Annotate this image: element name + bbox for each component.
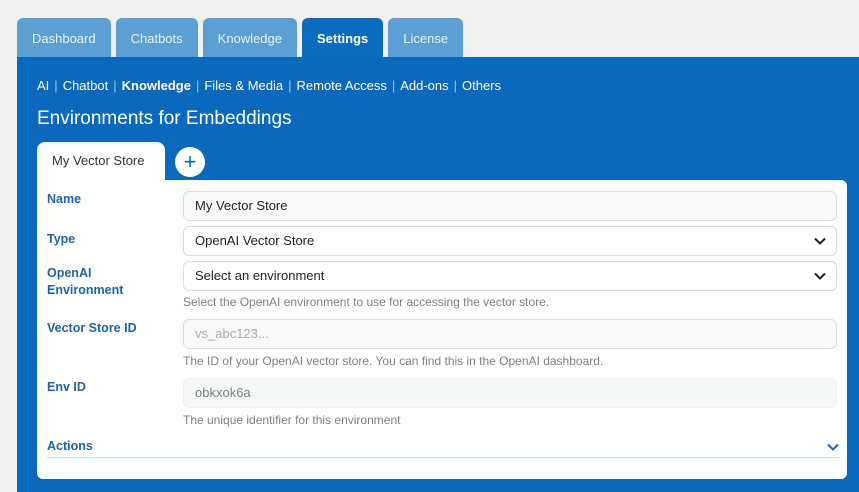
plus-icon: +	[183, 149, 197, 174]
tab-dashboard[interactable]: Dashboard	[17, 18, 111, 57]
env-id-label: Env ID	[47, 380, 86, 394]
tab-chatbots[interactable]: Chatbots	[115, 18, 198, 57]
section-heading: Environments for Embeddings	[37, 108, 292, 129]
openai-environment-select[interactable]: Select an environment	[183, 261, 837, 291]
openai-environment-label: OpenAI Environment	[47, 265, 123, 299]
subnav-separator: |	[288, 78, 292, 93]
openai-environment-label-line2: Environment	[47, 283, 124, 297]
type-label: Type	[47, 232, 76, 246]
main-tabs: Dashboard Chatbots Knowledge Settings Li…	[17, 18, 464, 57]
tab-license[interactable]: License	[388, 18, 464, 57]
subnav-item-remote-access[interactable]: Remote Access	[297, 78, 387, 93]
openai-environment-select-value: Select an environment	[195, 268, 325, 283]
chevron-down-icon[interactable]	[827, 442, 839, 452]
chevron-down-icon	[814, 237, 826, 245]
subnav-separator: |	[195, 78, 200, 93]
type-select-value: OpenAI Vector Store	[195, 233, 315, 248]
subnav-item-knowledge[interactable]: Knowledge	[122, 78, 191, 93]
type-select[interactable]: OpenAI Vector Store	[183, 226, 837, 256]
openai-environment-label-line1: OpenAI	[47, 266, 92, 280]
tab-settings[interactable]: Settings	[301, 18, 384, 57]
vector-store-id-label: Vector Store ID	[47, 321, 137, 335]
tab-knowledge[interactable]: Knowledge	[202, 18, 297, 57]
vector-store-id-placeholder: vs_abc123...	[195, 326, 269, 341]
chevron-down-icon	[814, 272, 826, 280]
env-id-help: The unique identifier for this environme…	[183, 413, 401, 427]
subnav-item-add-ons[interactable]: Add-ons	[400, 78, 448, 93]
vector-store-id-help: The ID of your OpenAI vector store. You …	[183, 354, 604, 368]
name-label: Name	[47, 192, 82, 206]
subnav-separator: |	[113, 78, 117, 93]
env-id-field: obkxok6a	[183, 378, 837, 408]
subnav-item-chatbot[interactable]: Chatbot	[63, 78, 109, 93]
subnav-item-others[interactable]: Others	[462, 78, 501, 93]
environment-form-card: Name My Vector Store Type OpenAI Vector …	[37, 180, 847, 479]
actions-toggle[interactable]: Actions	[47, 439, 93, 453]
settings-subnav: AI | Chatbot | Knowledge | Files & Media | Remot…	[37, 78, 501, 93]
vector-store-id-input[interactable]: vs_abc123...	[183, 319, 837, 349]
settings-panel: AI | Chatbot | Knowledge | Files & Media | Remot…	[17, 57, 859, 492]
add-environment-button[interactable]: +	[175, 147, 205, 177]
name-input[interactable]: My Vector Store	[183, 191, 837, 221]
subnav-separator: |	[453, 78, 458, 93]
subnav-item-ai[interactable]: AI	[37, 78, 49, 93]
subnav-separator: |	[54, 78, 58, 93]
subnav-item-files-media[interactable]: Files & Media	[204, 78, 283, 93]
actions-divider	[47, 457, 840, 458]
subnav-separator: |	[391, 78, 396, 93]
openai-environment-help: Select the OpenAI environment to use for…	[183, 295, 550, 309]
environment-tab-my-vector-store[interactable]: My Vector Store	[37, 142, 165, 180]
